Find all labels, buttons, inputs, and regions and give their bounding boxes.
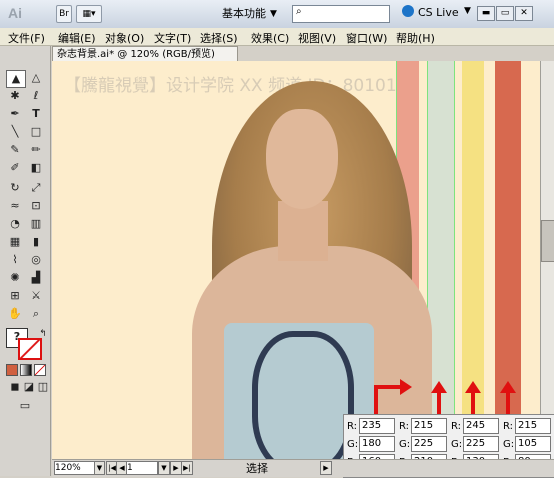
column-graph-tool-icon[interactable]: ▟ bbox=[27, 270, 45, 286]
status-menu-icon[interactable]: ▶ bbox=[320, 461, 332, 475]
selection-tool-icon[interactable]: ▲ bbox=[6, 70, 26, 88]
minimize-button[interactable]: ▬ bbox=[477, 6, 495, 21]
chevron-down-icon[interactable]: ▼ bbox=[270, 5, 277, 23]
zoom-tool-icon[interactable]: ⌕ bbox=[27, 306, 45, 322]
eraser-tool-icon[interactable]: ◧ bbox=[27, 160, 45, 176]
none-mode-icon[interactable] bbox=[34, 364, 46, 376]
free-transform-tool-icon[interactable]: ⊡ bbox=[27, 198, 45, 214]
slice-tool-icon[interactable]: ⚔ bbox=[27, 288, 45, 304]
search-icon: ⌕ bbox=[296, 6, 302, 17]
zoom-level-field[interactable]: 120% bbox=[54, 461, 96, 475]
perspective-grid-tool-icon[interactable]: ▥ bbox=[27, 216, 45, 232]
r-label: R: bbox=[451, 420, 462, 432]
direct-selection-tool-icon[interactable]: △ bbox=[27, 70, 45, 86]
arrange-documents-icon[interactable]: ▦▾ bbox=[76, 5, 102, 23]
paintbrush-tool-icon[interactable]: ✎ bbox=[6, 142, 24, 158]
lasso-tool-icon[interactable]: ℓ bbox=[27, 88, 45, 104]
scrollbar-thumb[interactable] bbox=[541, 220, 554, 262]
screen-mode-icon[interactable]: ▭ bbox=[14, 398, 36, 414]
g-value: 180 bbox=[359, 436, 395, 452]
r-value: 245 bbox=[463, 418, 499, 434]
arrow-up-icon bbox=[431, 381, 447, 393]
hand-tool-icon[interactable]: ✋ bbox=[6, 306, 24, 322]
document-title: 杂志背景.ai* @ 120% (RGB/预览) bbox=[57, 49, 215, 60]
r-value: 235 bbox=[359, 418, 395, 434]
type-tool-icon[interactable]: T bbox=[27, 106, 45, 122]
rotate-tool-icon[interactable]: ↻ bbox=[6, 180, 24, 196]
photo-neck bbox=[278, 201, 328, 261]
document-tab[interactable]: 杂志背景.ai* @ 120% (RGB/预览) × bbox=[52, 46, 238, 76]
r-value: 215 bbox=[411, 418, 447, 434]
swap-colors-icon[interactable]: ↰ bbox=[34, 326, 52, 342]
g-value: 225 bbox=[411, 436, 447, 452]
eyedropper-tool-icon[interactable]: ⌇ bbox=[6, 252, 24, 268]
bridge-icon[interactable]: Br bbox=[56, 5, 72, 23]
pen-tool-icon[interactable]: ✒ bbox=[6, 106, 24, 122]
shape-builder-tool-icon[interactable]: ◔ bbox=[6, 216, 24, 232]
artboard-tool-icon[interactable]: ⊞ bbox=[6, 288, 24, 304]
chevron-down-icon[interactable]: ▼ bbox=[94, 461, 105, 475]
arrow-shaft bbox=[374, 385, 378, 415]
menu-window[interactable]: 窗口(W) bbox=[346, 30, 387, 46]
artboard-dropdown-icon[interactable]: ▼ bbox=[158, 461, 170, 475]
menu-help[interactable]: 帮助(H) bbox=[396, 30, 435, 46]
gradient-mode-icon[interactable] bbox=[20, 364, 32, 376]
toolbox: ▲ △ ✱ ℓ ✒ T ╲ □ ✎ ✏ ✐ ◧ ↻ ⤢ ≈ ⊡ ◔ ▥ ▦ ▮ … bbox=[0, 46, 51, 476]
symbol-sprayer-tool-icon[interactable]: ✺ bbox=[6, 270, 24, 286]
mesh-tool-icon[interactable]: ▦ bbox=[6, 234, 24, 250]
arrow-up-icon bbox=[500, 381, 516, 393]
menu-effect[interactable]: 效果(C) bbox=[251, 30, 289, 46]
warp-tool-icon[interactable]: ≈ bbox=[6, 198, 24, 214]
blend-tool-icon[interactable]: ◎ bbox=[27, 252, 45, 268]
g-label: G: bbox=[347, 438, 359, 450]
draw-inside-icon[interactable]: ◫ bbox=[34, 379, 52, 395]
arrow-right-icon bbox=[400, 379, 412, 395]
photo-face bbox=[266, 109, 338, 209]
menu-view[interactable]: 视图(V) bbox=[298, 30, 336, 46]
r-label: R: bbox=[503, 420, 514, 432]
arrow-up-icon bbox=[465, 381, 481, 393]
app-logo: Ai bbox=[8, 5, 22, 21]
menu-edit[interactable]: 编辑(E) bbox=[58, 30, 96, 46]
magic-wand-tool-icon[interactable]: ✱ bbox=[6, 88, 24, 104]
g-value: 105 bbox=[515, 436, 551, 452]
g-value: 225 bbox=[463, 436, 499, 452]
workspace-switcher[interactable]: 基本功能 bbox=[222, 5, 266, 23]
scale-tool-icon[interactable]: ⤢ bbox=[27, 180, 45, 196]
menu-select[interactable]: 选择(S) bbox=[200, 30, 238, 46]
arrow-shaft bbox=[374, 385, 402, 389]
g-label: G: bbox=[503, 438, 515, 450]
blob-brush-tool-icon[interactable]: ✐ bbox=[6, 160, 24, 176]
menu-object[interactable]: 对象(O) bbox=[105, 30, 144, 46]
dress-pattern bbox=[252, 331, 354, 459]
last-artboard-icon[interactable]: ▶| bbox=[181, 461, 193, 475]
line-tool-icon[interactable]: ╲ bbox=[6, 124, 24, 140]
artboard-number-field[interactable]: 1 bbox=[126, 461, 158, 475]
rectangle-tool-icon[interactable]: □ bbox=[27, 124, 45, 140]
color-mode-icon[interactable] bbox=[6, 364, 18, 376]
status-text: 选择 bbox=[246, 462, 268, 475]
r-label: R: bbox=[347, 420, 358, 432]
chevron-down-icon[interactable]: ▼ bbox=[464, 6, 471, 16]
menu-file[interactable]: 文件(F) bbox=[8, 30, 45, 46]
gradient-tool-icon[interactable]: ▮ bbox=[27, 234, 45, 250]
cslive-icon bbox=[402, 5, 414, 17]
menu-type[interactable]: 文字(T) bbox=[154, 30, 191, 46]
guide-line bbox=[454, 61, 455, 459]
g-label: G: bbox=[399, 438, 411, 450]
g-label: G: bbox=[451, 438, 463, 450]
canvas[interactable]: 【騰龍視覺】设计学院 XX 频道 ID：80101 bbox=[52, 61, 554, 459]
r-label: R: bbox=[399, 420, 410, 432]
cs-live-menu[interactable]: CS Live bbox=[418, 6, 459, 19]
search-input[interactable] bbox=[292, 5, 390, 23]
r-value: 215 bbox=[515, 418, 551, 434]
pencil-tool-icon[interactable]: ✏ bbox=[27, 142, 45, 158]
close-button[interactable]: ✕ bbox=[515, 6, 533, 21]
maximize-button[interactable]: ▭ bbox=[496, 6, 514, 21]
